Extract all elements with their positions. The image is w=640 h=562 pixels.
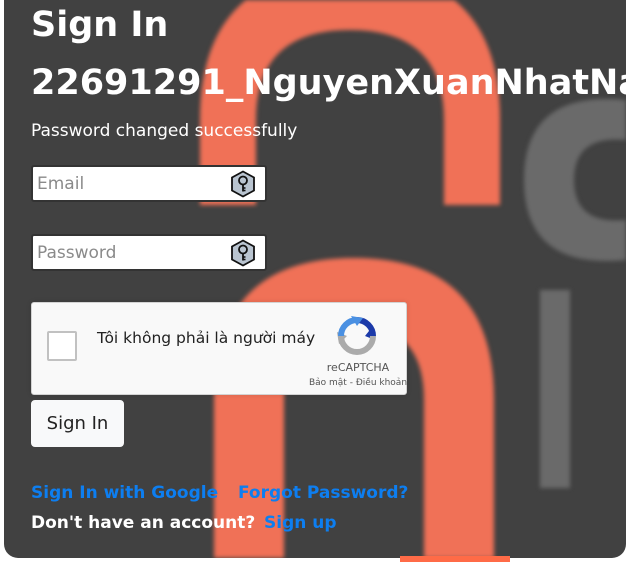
signup-link[interactable]: Sign up — [264, 512, 337, 534]
signin-button[interactable]: Sign In — [31, 400, 124, 447]
key-icon — [231, 239, 255, 267]
decorative-strip — [400, 556, 510, 562]
recaptcha-widget: Tôi không phải là người máy reCAPTCHA Bả… — [31, 302, 407, 395]
username-heading: 22691291_NguyenXuanNhatNam — [31, 63, 626, 103]
key-icon — [231, 170, 255, 198]
recaptcha-checkbox[interactable] — [47, 331, 77, 361]
email-field — [31, 165, 267, 202]
password-field — [31, 234, 267, 271]
signin-card: Sign In 22691291_NguyenXuanNhatNam Passw… — [4, 0, 626, 558]
recaptcha-links: Bảo mật - Điều khoản — [288, 378, 428, 388]
page-title: Sign In — [31, 5, 169, 45]
email-input[interactable] — [37, 171, 217, 197]
recaptcha-logo-icon — [337, 316, 376, 355]
page: Sign In 22691291_NguyenXuanNhatNam Passw… — [0, 0, 640, 562]
recaptcha-privacy-link[interactable]: Bảo mật — [309, 378, 347, 388]
recaptcha-terms-link[interactable]: Điều khoản — [356, 378, 407, 388]
google-signin-link[interactable]: Sign In with Google — [31, 482, 218, 504]
no-account-text: Don't have an account? — [31, 513, 256, 533]
forgot-password-link[interactable]: Forgot Password? — [238, 482, 408, 504]
signin-content: Sign In 22691291_NguyenXuanNhatNam Passw… — [4, 0, 626, 558]
status-message: Password changed successfully — [31, 121, 298, 141]
password-input[interactable] — [37, 240, 217, 266]
recaptcha-label: Tôi không phải là người máy — [97, 329, 316, 347]
recaptcha-brand: reCAPTCHA — [326, 361, 390, 374]
recaptcha-separator: - — [346, 378, 356, 388]
